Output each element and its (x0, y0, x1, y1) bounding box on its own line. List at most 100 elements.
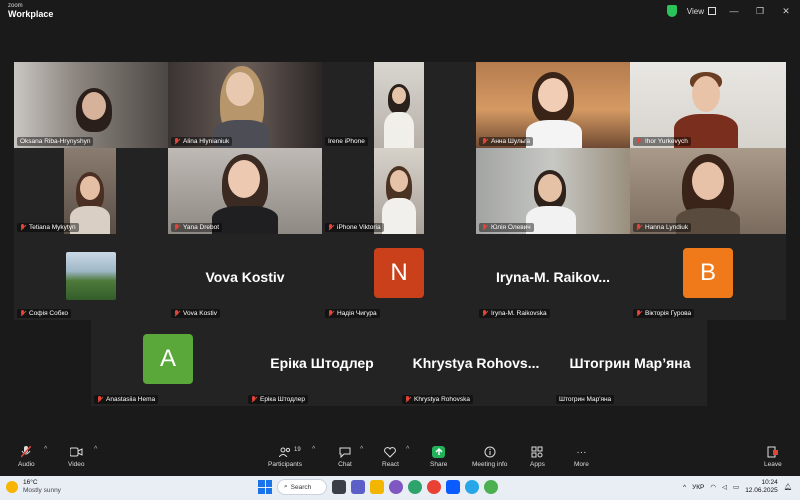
heart-icon (383, 446, 397, 458)
view-label: View (686, 6, 704, 16)
audio-button[interactable]: Audio (18, 446, 35, 468)
participant-tile[interactable]: Alina Hlynianiuk (168, 62, 322, 148)
participant-name: Khrystya Rohovska (402, 395, 473, 404)
more-label: More (574, 461, 589, 468)
participant-tile[interactable]: Софія Собко (14, 234, 168, 320)
participant-tile[interactable]: Tetiana Mykytyn (14, 148, 168, 234)
language-indicator[interactable]: УКР (692, 484, 704, 491)
file-explorer-icon[interactable] (370, 480, 384, 494)
leave-label: Leave (764, 461, 782, 468)
person-face (226, 72, 254, 106)
participant-tile[interactable]: iPhone Viktoria (322, 148, 476, 234)
participant-tile[interactable]: Oksana Riba-Hrynyshyn (14, 62, 168, 148)
chat-button[interactable]: Chat (338, 446, 352, 468)
app-logo: zoom Workplace (8, 3, 53, 19)
participant-tile[interactable]: Hanna Lyndiuk (630, 148, 786, 234)
participants-options-caret[interactable]: ^ (312, 446, 315, 453)
weather-description: Mostly sunny (23, 486, 61, 494)
zoom-icon[interactable] (446, 480, 460, 494)
meeting-info-button[interactable]: Meeting info (472, 446, 507, 468)
participant-tile[interactable]: B Вікторія Гурова (630, 234, 786, 320)
weather-widget[interactable]: 16°C Mostly sunny (6, 479, 61, 495)
video-gallery: Oksana Riba-Hrynyshyn Alina Hlynianiuk I… (0, 24, 800, 442)
clock[interactable]: 10:24 12.06.2025 (745, 479, 778, 496)
muted-mic-icon (20, 310, 26, 317)
participant-name: Софія Собко (17, 309, 71, 318)
person-face (692, 76, 720, 112)
participant-name: Штогрин Мар'яна (556, 395, 615, 404)
participant-name: Alina Hlynianiuk (171, 137, 233, 146)
wifi-icon[interactable]: ◠ (710, 483, 716, 491)
muted-mic-icon (174, 310, 180, 317)
chat-options-caret[interactable]: ^ (360, 446, 363, 453)
chrome-icon[interactable] (427, 480, 441, 494)
avatar: B (683, 248, 733, 298)
battery-icon[interactable]: ▭ (733, 483, 739, 491)
participant-display-name: Vova Kostiv (205, 269, 285, 285)
clock-time: 10:24 (761, 479, 778, 486)
profile-photo (66, 252, 116, 300)
participant-tile[interactable]: Vova Kostiv Vova Kostiv (168, 234, 322, 320)
participants-icon (278, 446, 292, 458)
weather-temperature: 16°C (23, 479, 38, 486)
audio-label: Audio (18, 461, 35, 468)
muted-mic-icon (636, 310, 642, 317)
security-shield-icon[interactable] (666, 5, 677, 17)
react-button[interactable]: React (382, 446, 399, 468)
participant-tile[interactable]: Khrystya Rohovs... Khrystya Rohovska (399, 320, 553, 406)
leave-button[interactable]: Leave (764, 446, 782, 468)
participant-name: Iryna-M. Raikovska (479, 309, 550, 318)
muted-mic-icon (251, 396, 257, 403)
participant-name: Ihor Yurkevych (633, 137, 691, 146)
windows-start-icon[interactable] (258, 480, 272, 494)
apps-button[interactable]: Apps (530, 446, 545, 468)
edge-icon[interactable] (408, 480, 422, 494)
participant-display-name: Штогрин Мар’яна (569, 355, 691, 371)
participant-tile[interactable]: Iryna-M. Raikov... Iryna-M. Raikovska (476, 234, 630, 320)
leave-door-icon (766, 446, 780, 458)
taskbar-search[interactable]: ⌕ Search (277, 479, 327, 495)
participant-name: Oksana Riba-Hrynyshyn (17, 137, 94, 146)
apps-icon (530, 446, 544, 458)
task-view-icon[interactable] (332, 480, 346, 494)
participant-display-name: Iryna-M. Raikov... (495, 269, 611, 285)
video-button[interactable]: Video (68, 446, 85, 468)
participants-label: Participants (268, 461, 302, 468)
react-options-caret[interactable]: ^ (406, 446, 409, 453)
participant-tile[interactable]: Yana Drebot (168, 148, 322, 234)
muted-mic-icon (174, 138, 180, 145)
chrome-profile-icon[interactable] (484, 480, 498, 494)
participant-name: Yana Drebot (171, 223, 223, 232)
volume-icon[interactable]: ◁ (722, 483, 727, 491)
person-face (538, 78, 568, 112)
share-button[interactable]: Share (430, 446, 447, 468)
viber-icon[interactable] (389, 480, 403, 494)
tray-chevron-icon[interactable]: ^ (683, 484, 686, 491)
video-options-caret[interactable]: ^ (94, 446, 97, 453)
participant-tile[interactable]: Ihor Yurkevych (630, 62, 786, 148)
participant-name: Anastasiia Hema (94, 395, 159, 404)
view-button[interactable]: View (687, 7, 716, 16)
more-dots-icon: ··· (576, 446, 587, 458)
muted-mic-icon (636, 224, 642, 231)
participant-tile[interactable]: Анна Шульга (476, 62, 630, 148)
participant-tile[interactable]: Юлія Олевич (476, 148, 630, 234)
close-button[interactable]: ✕ (778, 6, 794, 17)
restore-button[interactable]: ❐ (752, 6, 768, 17)
person-face (228, 160, 260, 198)
apps-label: Apps (530, 461, 545, 468)
participant-tile[interactable]: A Anastasiia Hema (91, 320, 245, 406)
participant-tile[interactable]: Irene iPhone (322, 62, 476, 148)
participant-name: Еріка Штодлер (248, 395, 308, 404)
minimize-button[interactable]: — (726, 6, 742, 16)
teams-icon[interactable] (351, 480, 365, 494)
more-button[interactable]: ··· More (574, 446, 589, 469)
participant-tile[interactable]: N Надія Чигура (322, 234, 476, 320)
notification-bell-icon[interactable]: 🔔︎ (784, 483, 792, 491)
participant-tile[interactable]: Штогрин Мар’яна Штогрин Мар'яна (553, 320, 707, 406)
participant-tile[interactable]: Еріка Штодлер Еріка Штодлер (245, 320, 399, 406)
telegram-icon[interactable] (465, 480, 479, 494)
person-face (390, 170, 408, 192)
muted-mic-icon (328, 224, 334, 231)
audio-options-caret[interactable]: ^ (44, 446, 47, 453)
